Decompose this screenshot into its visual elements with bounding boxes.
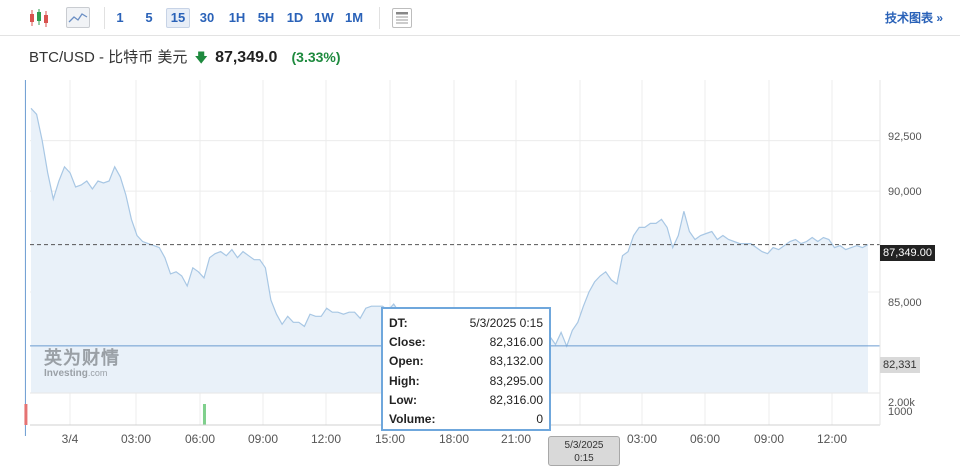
x-tick-label: 12:00 [310, 432, 342, 446]
ohlc-tooltip: DT: 5/3/2025 0:15 Close: 82,316.00 Open: 83… [381, 307, 551, 431]
investing-watermark-logo: 英为财情 Investing.com [44, 348, 120, 379]
x-tick-label: 03:00 [626, 432, 658, 446]
x-tick-label: 15:00 [374, 432, 406, 446]
x-tick-label: 06:00 [184, 432, 216, 446]
tooltip-row-open: Open: 83,132.00 [389, 354, 543, 369]
x-tick-label: 09:00 [247, 432, 279, 446]
y-tick-label: 85,000 [888, 297, 922, 309]
crosshair-time-tag: 5/3/2025 0:15 [548, 436, 620, 466]
crosshair-price-tag: 82,331 [880, 357, 920, 373]
x-tick-label: 18:00 [438, 432, 470, 446]
tooltip-row-low: Low: 82,316.00 [389, 392, 543, 407]
x-tick-label: 09:00 [753, 432, 785, 446]
watermark-cn: 英为财情 [44, 348, 120, 368]
volume-bar [24, 404, 28, 425]
tooltip-row-high: High: 83,295.00 [389, 373, 543, 388]
watermark-en: Investing.com [44, 368, 108, 379]
x-tick-label: 3/4 [61, 432, 79, 446]
tooltip-row-close: Close: 82,316.00 [389, 335, 543, 350]
crosshair-time-time: 0:15 [574, 453, 594, 464]
crosshair-time-date: 5/3/2025 [564, 440, 604, 451]
x-tick-label: 03:00 [120, 432, 152, 446]
last-price-tag: 87,349.00 [880, 245, 935, 261]
tooltip-row-dt: DT: 5/3/2025 0:15 [389, 316, 543, 330]
y-tick-label: 92,500 [888, 131, 922, 143]
x-tick-label: 06:00 [689, 432, 721, 446]
tooltip-row-volume: Volume: 0 [389, 411, 543, 426]
y-tick-label: 90,000 [888, 186, 922, 198]
volume-axis-bottom: 1000 [888, 406, 913, 418]
x-tick-label: 12:00 [816, 432, 848, 446]
volume-bars [24, 404, 206, 425]
x-tick-label: 21:00 [500, 432, 532, 446]
volume-bar [202, 404, 206, 425]
